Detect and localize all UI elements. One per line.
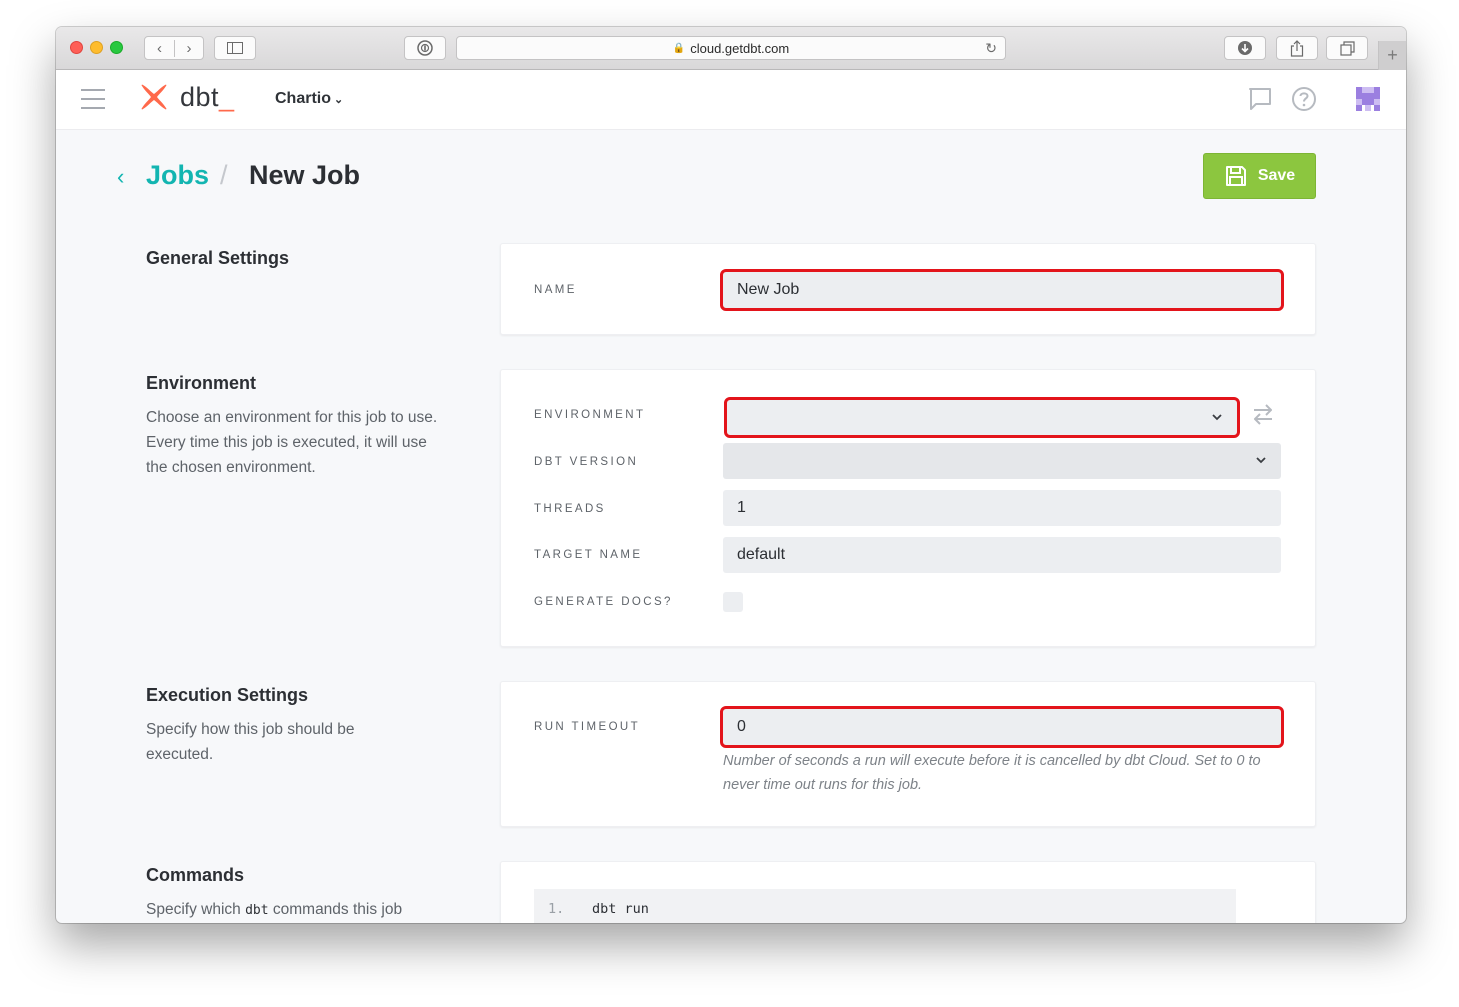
avatar[interactable]	[1353, 84, 1383, 114]
execution-settings-title: Execution Settings	[146, 685, 309, 705]
password-manager-icon	[417, 40, 433, 56]
execution-settings-description: Specify how this job should be executed.	[146, 721, 355, 763]
lock-icon: 🔒	[672, 42, 686, 54]
chevron-down-icon: ⌄	[334, 94, 344, 106]
command-line[interactable]: 1. dbt run	[534, 889, 1236, 923]
menu-icon[interactable]	[81, 89, 105, 109]
address-url: cloud.getdbt.com	[690, 40, 790, 56]
chevron-down-icon	[1256, 457, 1266, 464]
logo-text: dbt_	[180, 82, 235, 112]
zoom-window-button[interactable]	[110, 41, 123, 54]
run-timeout-label: RUN TIMEOUT	[534, 721, 641, 733]
swap-arrows-icon[interactable]	[1250, 401, 1276, 427]
line-number: 1.	[548, 901, 565, 917]
password-manager-button[interactable]	[404, 36, 446, 60]
dbt-logo-icon	[141, 84, 167, 110]
tabs-icon	[1339, 40, 1355, 56]
threads-input[interactable]: 1	[723, 490, 1281, 526]
downloads-button[interactable]	[1224, 36, 1266, 60]
target-name-input[interactable]: default	[723, 537, 1281, 573]
browser-toolbar: ‹ › 🔒 cloud.getdbt.com ↻ +	[56, 27, 1406, 70]
share-icon	[1290, 39, 1304, 57]
account-switcher[interactable]: Chartio ⌄	[275, 90, 343, 108]
name-label: NAME	[534, 284, 577, 296]
commands-title: Commands	[146, 865, 245, 885]
breadcrumb-separator: /	[220, 160, 228, 190]
environment-description: Choose an environment for this job to us…	[146, 409, 438, 476]
back-arrow-icon[interactable]: ‹	[145, 40, 174, 57]
forward-arrow-icon[interactable]: ›	[173, 39, 203, 57]
run-timeout-help: Number of seconds a run will execute bef…	[723, 753, 1261, 793]
minimize-window-button[interactable]	[90, 41, 103, 54]
share-button[interactable]	[1276, 36, 1318, 60]
close-window-button[interactable]	[70, 41, 83, 54]
show-tabs-button[interactable]	[1326, 36, 1368, 60]
save-button[interactable]: Save	[1203, 153, 1316, 199]
sidebar-toggle-button[interactable]	[214, 36, 256, 60]
app-header: dbt_ Chartio ⌄	[56, 70, 1406, 130]
dbt-version-select[interactable]	[723, 443, 1281, 479]
environment-label: ENVIRONMENT	[534, 409, 646, 421]
help-icon[interactable]	[1291, 86, 1317, 112]
reload-icon[interactable]: ↻	[985, 40, 997, 57]
address-bar[interactable]: 🔒 cloud.getdbt.com ↻	[456, 36, 1006, 60]
dbt-version-label: DBT VERSION	[534, 456, 639, 468]
generate-docs-checkbox[interactable]	[723, 592, 743, 612]
environment-select[interactable]	[724, 397, 1240, 438]
commands-description: Specify which dbt commands this job	[146, 901, 403, 918]
history-nav: ‹ ›	[144, 36, 204, 60]
generate-docs-label: GENERATE DOCS?	[534, 596, 673, 608]
chevron-down-icon	[1212, 414, 1222, 421]
threads-label: THREADS	[534, 503, 606, 515]
new-tab-plus-icon[interactable]: +	[1378, 41, 1406, 70]
download-icon	[1238, 41, 1252, 55]
sidebar-icon	[227, 42, 243, 54]
page-title: New Job	[249, 160, 361, 190]
breadcrumb-jobs-link[interactable]: Jobs	[146, 160, 209, 191]
general-settings-title: General Settings	[146, 248, 290, 268]
environment-title: Environment	[146, 373, 257, 393]
account-name: Chartio	[275, 90, 331, 107]
command-text: dbt run	[592, 901, 649, 917]
floppy-disk-icon	[1225, 166, 1246, 186]
name-input[interactable]: New Job	[720, 269, 1284, 311]
browser-window: ‹ › 🔒 cloud.getdbt.com ↻ + dbt_ Chartio …	[56, 27, 1406, 923]
target-name-label: TARGET NAME	[534, 549, 643, 561]
chat-icon[interactable]	[1247, 86, 1273, 112]
chevron-left-icon[interactable]: ‹	[117, 164, 124, 190]
save-button-label: Save	[1257, 167, 1296, 184]
run-timeout-input[interactable]: 0	[720, 706, 1284, 748]
